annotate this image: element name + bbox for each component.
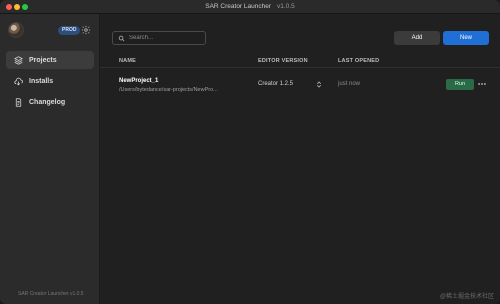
add-project-button[interactable]: Add bbox=[394, 31, 440, 45]
sidebar-item-label: Projects bbox=[29, 56, 57, 64]
projects-table-header: NAME EDITOR VERSION LAST OPENED bbox=[100, 54, 500, 68]
sidebar-item-changelog[interactable]: Changelog bbox=[6, 93, 94, 111]
sidebar-nav: Projects Installs Changelog bbox=[6, 51, 94, 111]
sidebar-footer: SAR Creator Launcher v1.0.5 bbox=[18, 291, 84, 297]
search-input[interactable] bbox=[129, 35, 205, 41]
sidebar: PROD Projects Installs Changelog SAR Cre… bbox=[0, 14, 100, 304]
sidebar-item-projects[interactable]: Projects bbox=[6, 51, 94, 69]
search-icon bbox=[118, 35, 125, 41]
document-icon bbox=[15, 97, 22, 107]
project-name: NewProject_1 bbox=[119, 78, 159, 84]
last-opened-value: just now bbox=[338, 81, 361, 87]
env-badge: PROD bbox=[58, 26, 81, 35]
avatar[interactable] bbox=[8, 22, 24, 38]
column-header-name[interactable]: NAME bbox=[119, 58, 136, 64]
sidebar-item-label: Changelog bbox=[29, 98, 66, 106]
sidebar-item-installs[interactable]: Installs bbox=[6, 72, 94, 90]
sidebar-item-label: Installs bbox=[29, 77, 54, 85]
run-button[interactable]: Run bbox=[446, 79, 474, 90]
more-options-icon[interactable] bbox=[477, 78, 487, 90]
launcher-window: SAR Creator Launcher v1.0.5 PROD Projects bbox=[0, 0, 500, 304]
column-header-editor-version[interactable]: EDITOR VERSION bbox=[258, 58, 308, 64]
main-panel: Add New NAME EDITOR VERSION LAST OPENED … bbox=[100, 14, 500, 304]
cloud-download-icon bbox=[14, 77, 23, 85]
column-header-last-opened[interactable]: LAST OPENED bbox=[338, 58, 379, 64]
title-bar: SAR Creator Launcher v1.0.5 bbox=[0, 0, 500, 14]
layers-icon bbox=[14, 55, 23, 65]
window-title-version: v1.0.5 bbox=[277, 3, 295, 10]
watermark: @稀土掘金技术社区 bbox=[439, 294, 494, 300]
window-title: SAR Creator Launcher v1.0.5 bbox=[0, 0, 500, 14]
chevron-up-down-icon[interactable] bbox=[316, 80, 322, 89]
search-box bbox=[112, 31, 206, 45]
gear-icon[interactable] bbox=[81, 25, 91, 35]
table-row[interactable]: NewProject_1 /Users/bytedance/sar-projec… bbox=[100, 76, 500, 98]
new-project-button[interactable]: New bbox=[443, 31, 489, 45]
editor-version-value[interactable]: Creator 1.2.5 bbox=[258, 81, 293, 87]
project-path: /Users/bytedance/sar-projects/NewPro... bbox=[119, 87, 218, 93]
window-title-text: SAR Creator Launcher bbox=[205, 3, 272, 10]
